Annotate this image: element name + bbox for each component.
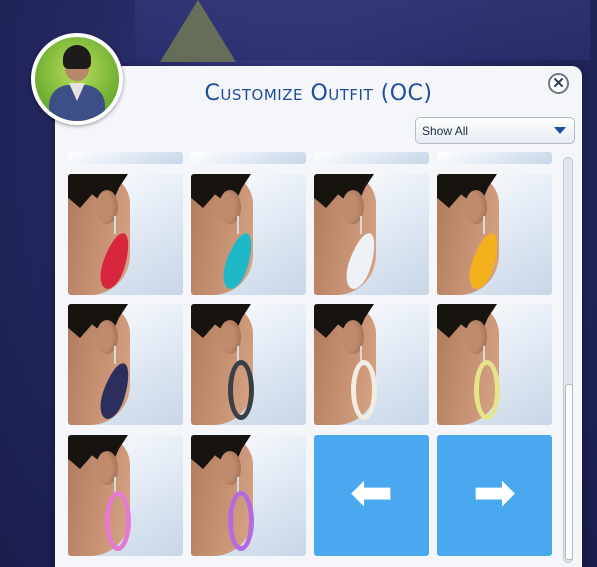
earring-hook	[114, 216, 116, 234]
scrollbar-thumb[interactable]	[565, 384, 573, 560]
prev-page-button[interactable]: ⬅	[314, 435, 429, 556]
earring-item-tile[interactable]	[314, 304, 429, 425]
avatar-portrait	[35, 37, 119, 121]
earring-hook	[114, 346, 116, 364]
earring-item-tile[interactable]	[437, 304, 552, 425]
sim-hair	[63, 45, 91, 69]
next-page-button[interactable]: ➡	[437, 435, 552, 556]
earring-item-tile[interactable]	[191, 435, 306, 556]
hoop-earring-icon	[474, 360, 500, 420]
earring-item-tile[interactable]	[437, 174, 552, 295]
scrollbar[interactable]	[563, 157, 573, 563]
filter-dropdown[interactable]: Show All	[415, 117, 575, 144]
background-lamp	[160, 0, 236, 62]
earring-hook	[237, 216, 239, 234]
arrow-left-icon: ⬅	[349, 463, 394, 523]
item-tile-partial[interactable]	[314, 152, 429, 164]
item-grid: ⬅ ➡	[66, 152, 558, 562]
earring-hook	[483, 216, 485, 234]
earring-item-tile[interactable]	[191, 304, 306, 425]
sim-avatar[interactable]	[31, 33, 123, 125]
arrow-right-icon: ➡	[472, 463, 517, 523]
close-button[interactable]: ✕	[548, 73, 569, 94]
filter-dropdown-value: Show All	[422, 124, 469, 138]
earring-item-tile[interactable]	[68, 304, 183, 425]
hoop-earring-icon	[228, 491, 254, 551]
hoop-earring-icon	[105, 491, 131, 551]
earring-item-tile[interactable]	[191, 174, 306, 295]
earring-hook	[360, 216, 362, 234]
hoop-earring-icon	[228, 360, 254, 420]
item-tile-partial[interactable]	[68, 152, 183, 164]
dialog-title: Customize Outfit (OC)	[204, 81, 433, 106]
chevron-down-icon	[554, 127, 566, 134]
earring-item-tile[interactable]	[68, 435, 183, 556]
earring-item-tile[interactable]	[314, 174, 429, 295]
item-tile-partial[interactable]	[437, 152, 552, 164]
earring-item-tile[interactable]	[68, 174, 183, 295]
item-tile-partial[interactable]	[191, 152, 306, 164]
hoop-earring-icon	[351, 360, 377, 420]
